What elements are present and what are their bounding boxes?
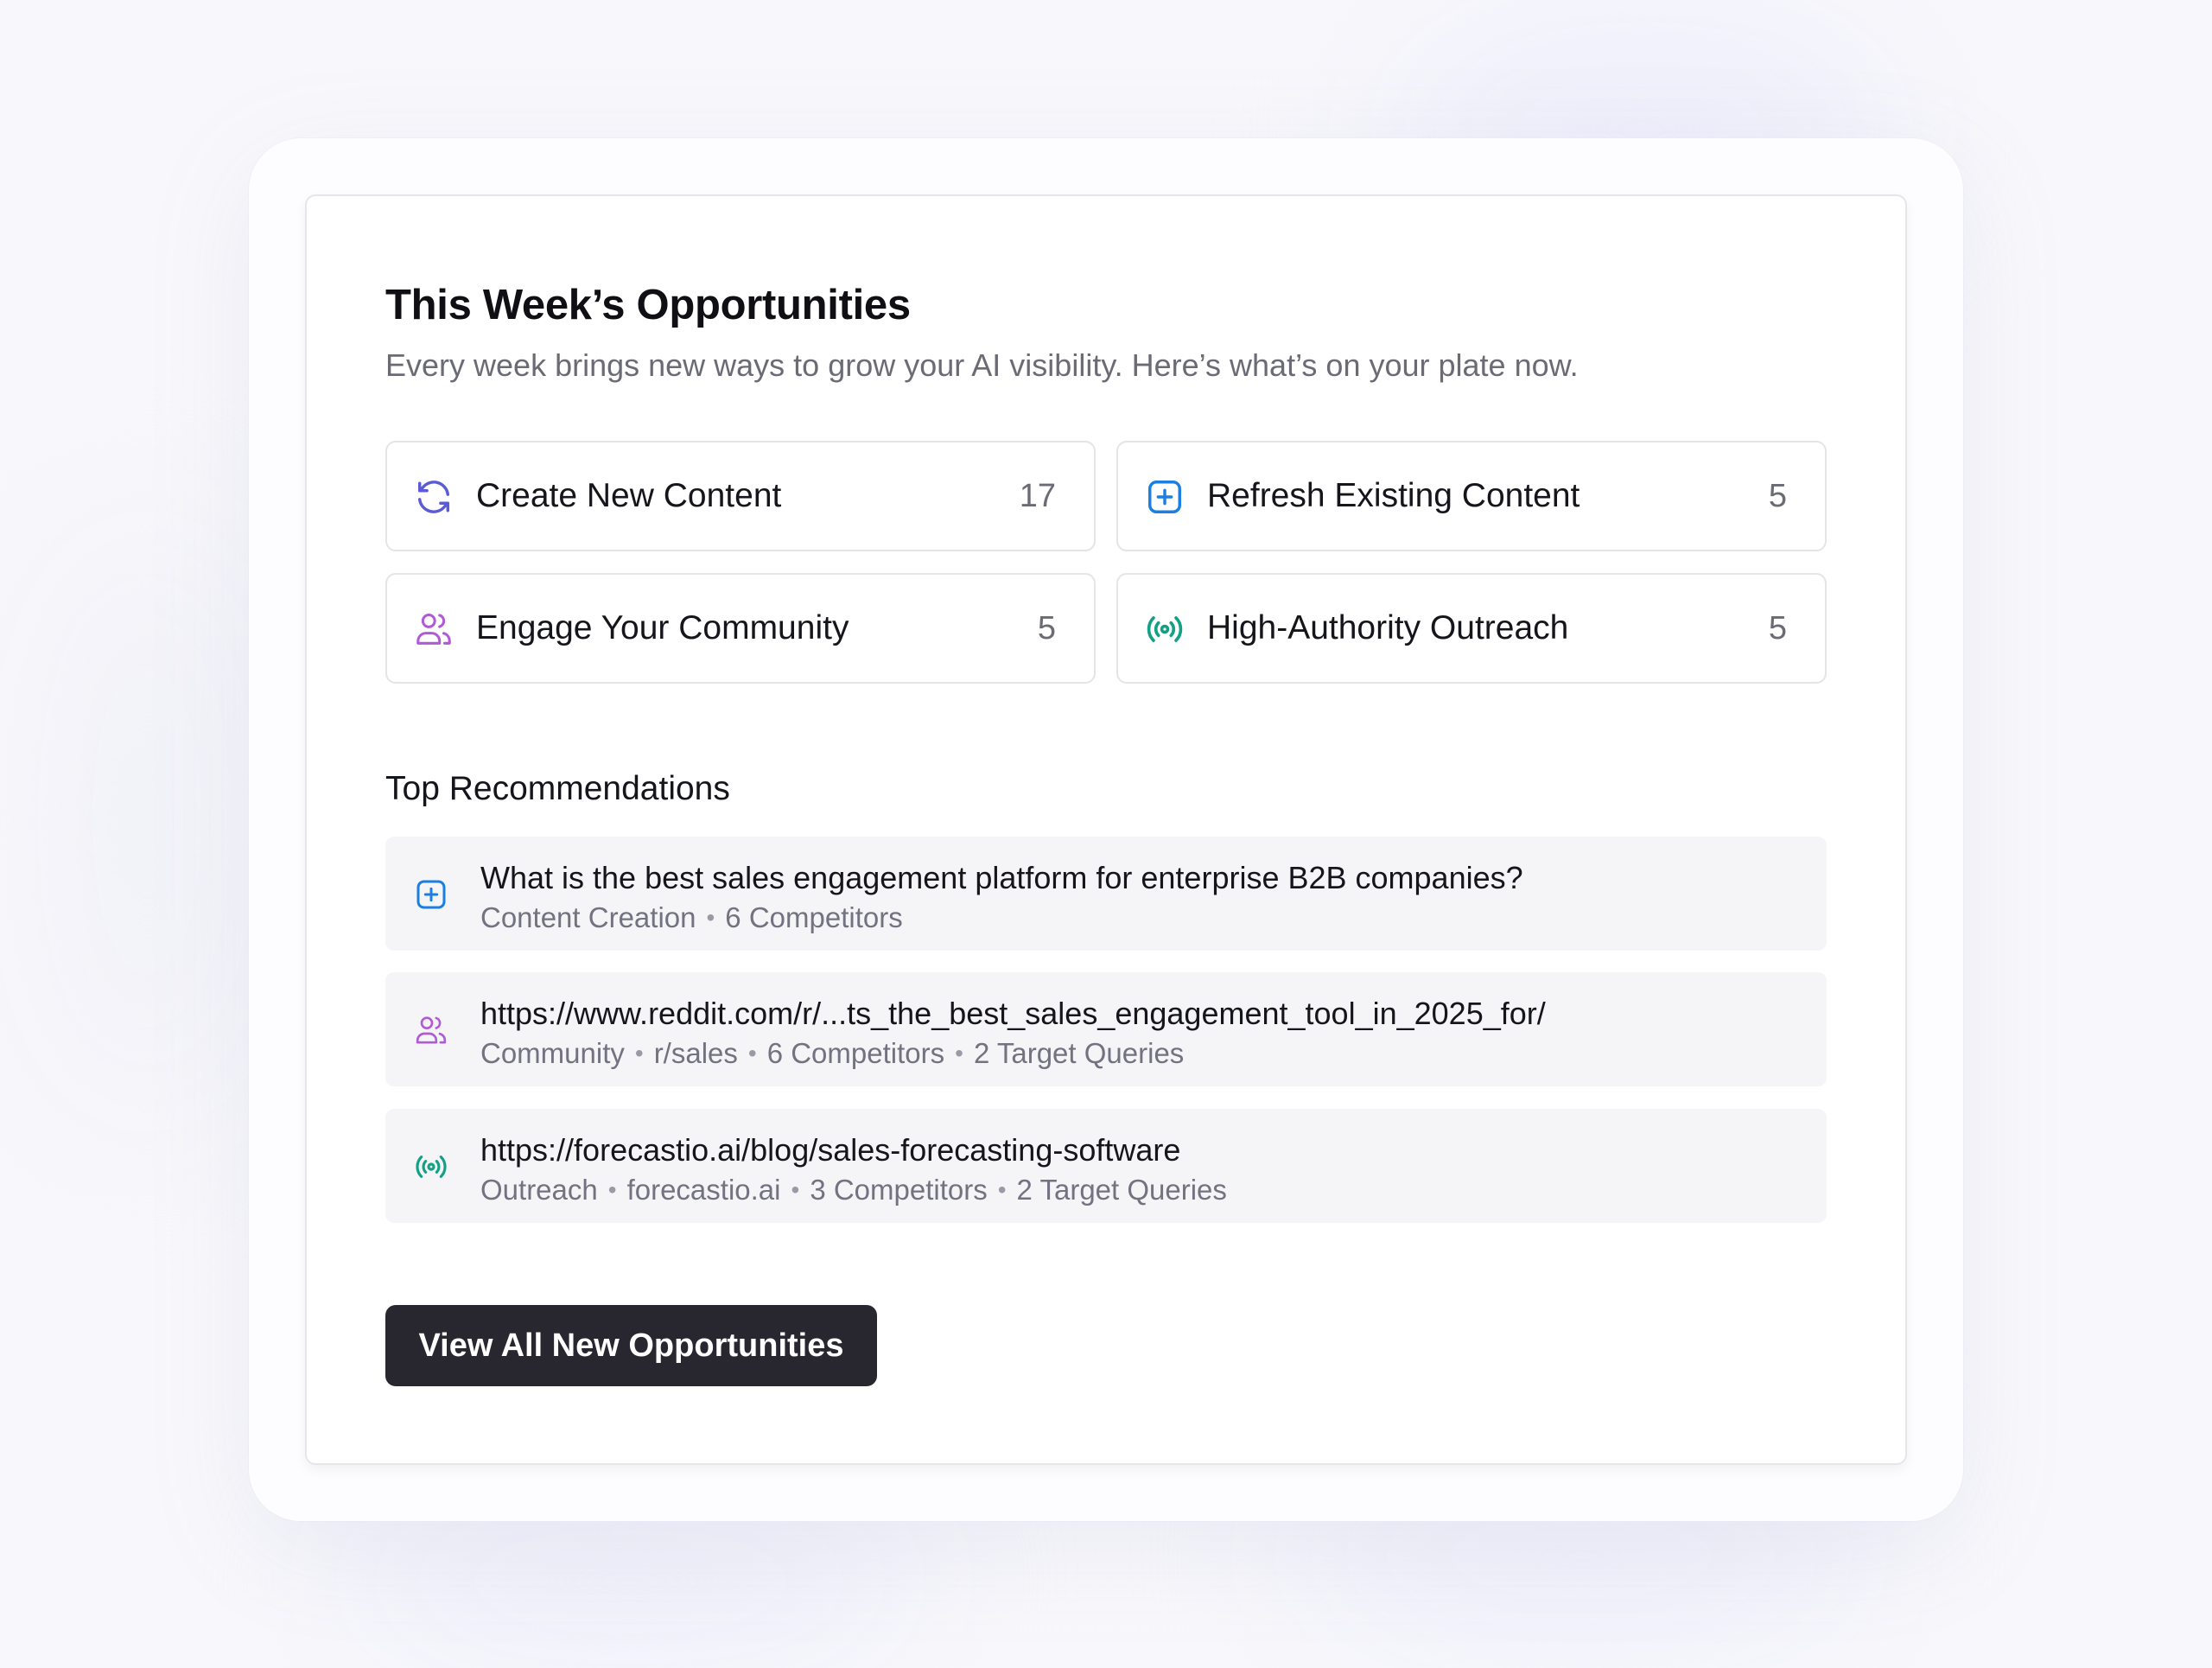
recommendation-meta: Outreach • forecastio.ai • 3 Competitors • 2 T…	[480, 1171, 1227, 1209]
meta-separator: •	[607, 1176, 617, 1203]
opportunity-card-engage-your-community[interactable]: Engage Your Community 5	[385, 573, 1096, 684]
meta-target-queries: 2 Target Queries	[1016, 1174, 1227, 1206]
opportunity-label: Refresh Existing Content	[1207, 477, 1580, 514]
users-icon	[414, 609, 454, 649]
opportunity-count: 5	[1037, 610, 1056, 646]
recommendation-title: https://forecastio.ai/blog/sales-forecas…	[480, 1132, 1181, 1168]
meta-separator: •	[634, 1040, 644, 1066]
meta-separator: •	[955, 1040, 963, 1066]
section-title-top-recommendations: Top Recommendations	[385, 770, 730, 807]
recommendation-item[interactable]: https://forecastio.ai/blog/sales-forecas…	[385, 1109, 1827, 1223]
meta-separator: •	[791, 1176, 800, 1203]
recommendation-title: https://www.reddit.com/r/...ts_the_best_…	[480, 996, 1546, 1031]
recommendation-meta: Content Creation • 6 Competitors	[480, 899, 903, 937]
background-glow	[328, 1495, 933, 1668]
meta-type: Outreach	[480, 1174, 598, 1206]
meta-type: Community	[480, 1037, 625, 1069]
meta-source: r/sales	[653, 1037, 738, 1069]
opportunity-count: 17	[1019, 478, 1056, 514]
refresh-cycle-icon	[414, 477, 454, 517]
opportunity-count: 5	[1768, 610, 1787, 646]
users-icon	[414, 1013, 448, 1047]
opportunity-count: 5	[1768, 478, 1787, 514]
meta-separator: •	[706, 904, 715, 931]
recommendation-meta: Community • r/sales • 6 Competitors • 2 Target…	[480, 1035, 1184, 1073]
opportunity-label: Create New Content	[476, 477, 782, 514]
meta-separator: •	[997, 1176, 1007, 1203]
broadcast-icon	[1145, 609, 1185, 649]
opportunity-card-high-authority-outreach[interactable]: High-Authority Outreach 5	[1116, 573, 1827, 684]
meta-type: Content Creation	[480, 901, 696, 933]
page-title: This Week’s Opportunities	[385, 282, 911, 328]
opportunity-label: Engage Your Community	[476, 609, 849, 646]
meta-competitors: 3 Competitors	[810, 1174, 988, 1206]
meta-source: forecastio.ai	[626, 1174, 781, 1206]
meta-target-queries: 2 Target Queries	[973, 1037, 1185, 1069]
plus-square-icon	[414, 877, 448, 912]
recommendation-item[interactable]: What is the best sales engagement platfo…	[385, 837, 1827, 951]
opportunity-card-create-new-content[interactable]: Create New Content 17	[385, 441, 1096, 551]
opportunity-card-refresh-existing-content[interactable]: Refresh Existing Content 5	[1116, 441, 1827, 551]
recommendation-item[interactable]: https://www.reddit.com/r/...ts_the_best_…	[385, 972, 1827, 1086]
meta-competitors: 6 Competitors	[766, 1037, 945, 1069]
background-glow	[35, 519, 259, 1124]
broadcast-icon	[414, 1149, 448, 1184]
plus-square-icon	[1145, 477, 1185, 517]
meta-competitors: 6 Competitors	[725, 901, 903, 933]
view-all-opportunities-button[interactable]: View All New Opportunities	[385, 1305, 877, 1386]
meta-separator: •	[747, 1040, 757, 1066]
opportunity-label: High-Authority Outreach	[1207, 609, 1569, 646]
page-subtitle: Every week brings new ways to grow your …	[385, 347, 1579, 383]
recommendation-title: What is the best sales engagement platfo…	[480, 860, 1523, 895]
